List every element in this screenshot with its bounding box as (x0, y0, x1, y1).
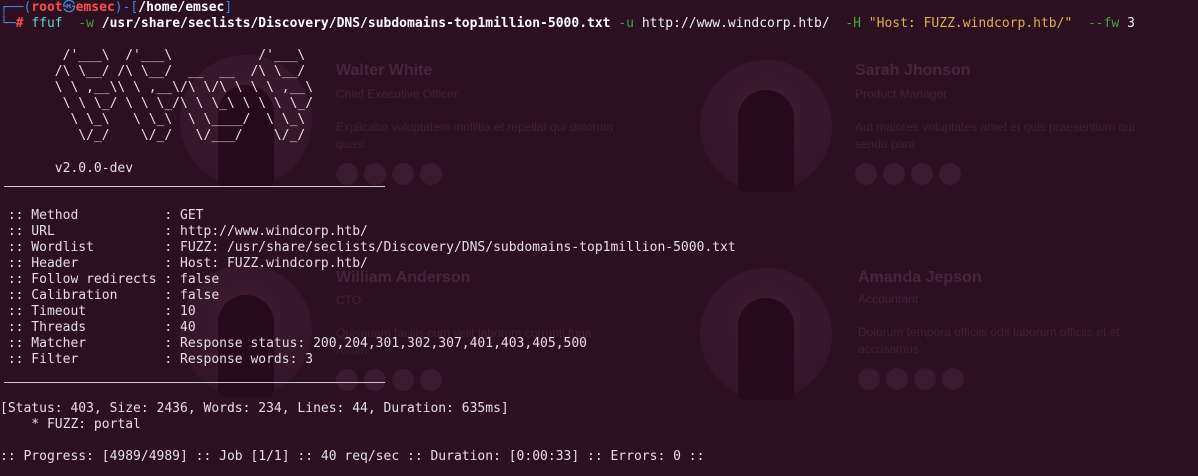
divider (4, 186, 385, 187)
config-row: :: Wordlist : FUZZ: /usr/share/seclists/… (0, 240, 736, 255)
shell-prompt: ┌──(root㉿emsec)-[/home/emsec] (0, 0, 233, 15)
command-wordlist: /usr/share/seclists/Discovery/DNS/subdom… (101, 16, 611, 31)
command-url: http://www.windcorp.htb/ (641, 16, 830, 31)
config-row: :: Method : GET (0, 208, 204, 223)
config-row: :: URL : http://www.windcorp.htb/ (0, 224, 368, 239)
prompt-user: root (31, 0, 63, 15)
divider (4, 382, 385, 383)
config-row: :: Follow redirects : false (0, 272, 220, 287)
command-fw-value: 3 (1127, 16, 1135, 31)
config-row: :: Header : Host: FUZZ.windcorp.htb/ (0, 256, 368, 271)
ascii-banner-line: \ \ \_/ \ \ \_/\ \ \_\ \ \ \ \_/ (0, 96, 314, 111)
prompt-cwd: /home/emsec (138, 0, 225, 15)
progress-line: :: Progress: [4989/4989] :: Job [1/1] ::… (0, 449, 705, 464)
command-header: "Host: FUZZ.windcorp.htb/" (868, 16, 1073, 31)
ascii-banner-line: \ \_\ \ \_\ \ \____/ \ \_\ (0, 112, 306, 127)
command-bin: ffuf (31, 16, 63, 31)
ascii-banner-line: \ \ ,__\\ \ ,__\/\ \/\ \ \ \ ,__\ (0, 80, 314, 95)
prompt-host: emsec (75, 0, 115, 15)
config-row: :: Timeout : 10 (0, 304, 196, 319)
config-row: :: Filter : Response words: 3 (0, 352, 314, 367)
skull-icon: ㉿ (62, 0, 76, 15)
prompt-hash: # (15, 16, 24, 31)
config-row: :: Calibration : false (0, 288, 220, 303)
ascii-banner-line: /\ \__/ /\ \__/ __ __ /\ \__/ (0, 64, 306, 79)
result-status-line: [Status: 403, Size: 2436, Words: 234, Li… (0, 401, 509, 416)
ascii-banner-line: /'___\ /'___\ /'___\ (0, 48, 306, 63)
config-row: :: Matcher : Response status: 200,204,30… (0, 336, 588, 351)
ascii-banner-line: \/_/ \/_/ \/___/ \/_/ (0, 128, 306, 143)
config-row: :: Threads : 40 (0, 320, 196, 335)
result-fuzz-line: * FUZZ: portal (0, 417, 141, 432)
terminal[interactable]: ┌──(root㉿emsec)-[/home/emsec] └─# ffuf -… (0, 0, 1198, 476)
command-line[interactable]: └─# ffuf -w /usr/share/seclists/Discover… (0, 16, 1135, 32)
version-label: v2.0.0-dev (0, 161, 134, 176)
